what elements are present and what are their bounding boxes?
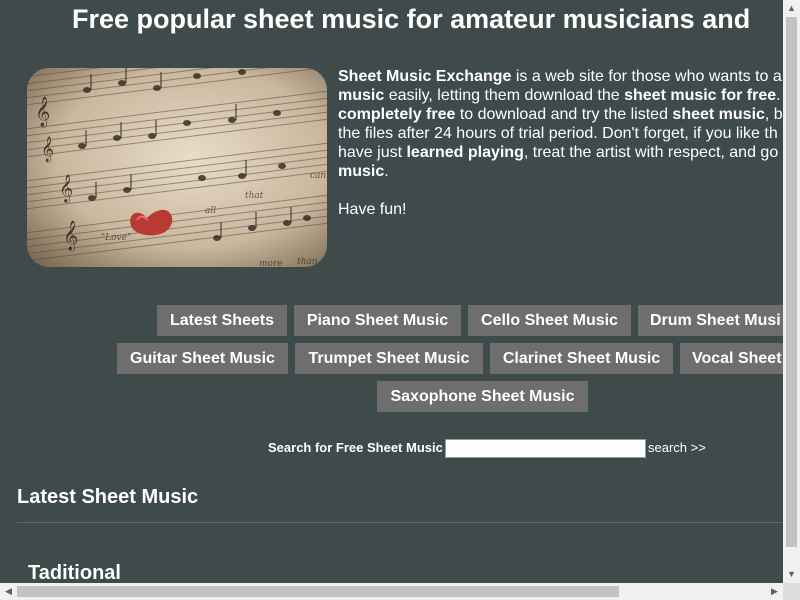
have-fun-text: Have fun! — [338, 201, 407, 218]
scroll-left-icon[interactable]: ◀ — [0, 583, 17, 600]
intro-text-run: to download and try the listed — [455, 106, 673, 123]
search-label: Search for Free Sheet Music — [268, 440, 443, 455]
hero-word: that — [245, 191, 264, 201]
svg-text:𝄞: 𝄞 — [41, 136, 54, 162]
intro-text: Sheet Music Exchange is a web site for t… — [338, 67, 783, 219]
category-clarinet-button[interactable]: Clarinet Sheet Music — [490, 343, 673, 374]
intro-bold-text: sheet music — [672, 106, 765, 123]
intro-text-run: easily, letting them download the — [384, 87, 625, 104]
category-trumpet-button[interactable]: Trumpet Sheet Music — [295, 343, 483, 374]
svg-text:𝄞: 𝄞 — [59, 174, 73, 203]
search-input[interactable] — [445, 439, 646, 458]
category-saxophone-button[interactable]: Saxophone Sheet Music — [377, 381, 588, 412]
scroll-up-icon[interactable]: ▲ — [783, 0, 800, 17]
latest-sheet-music-heading: Latest Sheet Music — [17, 486, 199, 508]
category-drum-button[interactable]: Drum Sheet Musi — [638, 305, 783, 336]
intro-bold-text: completely free — [338, 106, 456, 123]
scroll-down-icon[interactable]: ▼ — [783, 566, 800, 583]
horizontal-scrollbar[interactable]: ◀ ▶ — [0, 583, 783, 600]
vertical-scroll-thumb[interactable] — [786, 17, 797, 547]
intro-text-run: , treat the artist with respect, and go — [523, 144, 779, 161]
category-latest-sheets-button[interactable]: Latest Sheets — [157, 305, 287, 336]
category-row-2: Guitar Sheet Music Trumpet Sheet Music C… — [0, 343, 783, 374]
intro-text-run: . — [384, 163, 389, 180]
vertical-scrollbar[interactable]: ▲ ▼ — [783, 0, 800, 583]
intro-text-run: , b — [764, 106, 783, 123]
hero-word: than — [297, 257, 318, 267]
intro-paragraph: Sheet Music Exchange is a web site for t… — [338, 67, 783, 181]
intro-text-run: is a web site for those who wants to a — [511, 68, 782, 85]
intro-bold-text: sheet music for free — [624, 87, 777, 104]
search-submit-link[interactable]: search >> — [648, 440, 706, 455]
category-cello-button[interactable]: Cello Sheet Music — [468, 305, 631, 336]
hero-word: "Love" — [101, 233, 131, 243]
page-viewport: Free popular sheet music for amateur mus… — [0, 0, 783, 583]
hero-word: can — [310, 171, 326, 181]
scrollbar-corner — [783, 583, 800, 600]
category-vocal-button[interactable]: Vocal Sheet — [680, 343, 783, 374]
svg-text:𝄞: 𝄞 — [63, 220, 78, 252]
section-divider — [17, 522, 783, 523]
category-row-3: Saxophone Sheet Music — [0, 381, 783, 412]
traditional-heading: Taditional — [28, 562, 121, 583]
intro-text-run: have just — [338, 144, 407, 161]
hero-sheet-music-image: 𝄞 𝄞 𝄞 𝄞 can "Love" all that more than — [27, 68, 327, 267]
category-guitar-button[interactable]: Guitar Sheet Music — [117, 343, 288, 374]
intro-bold-text: learned playing — [406, 144, 524, 161]
intro-bold-text: music — [338, 163, 385, 180]
page-title: Free popular sheet music for amateur mus… — [72, 4, 751, 34]
category-row-1: Latest Sheets Piano Sheet Music Cello Sh… — [0, 305, 783, 336]
intro-text-run: the files after 24 hours of trial period… — [338, 125, 778, 142]
intro-bold-text: Sheet Music Exchange — [338, 68, 512, 85]
scroll-right-icon[interactable]: ▶ — [766, 583, 783, 600]
category-piano-button[interactable]: Piano Sheet Music — [294, 305, 461, 336]
svg-text:𝄞: 𝄞 — [35, 96, 50, 128]
intro-bold-text: music — [338, 87, 385, 104]
hero-word: more — [259, 259, 283, 267]
hero-word: all — [205, 206, 216, 216]
horizontal-scroll-thumb[interactable] — [17, 586, 619, 597]
intro-text-run: . b — [776, 87, 783, 104]
